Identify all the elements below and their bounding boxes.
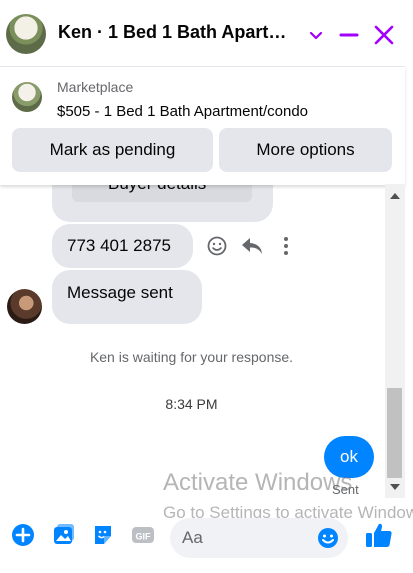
scroll-down-arrow-icon[interactable]: [389, 483, 401, 491]
sticker-icon[interactable]: [91, 523, 115, 547]
timestamp: 8:34 PM: [165, 396, 218, 412]
message-input-placeholder: Aa: [182, 528, 203, 547]
scrollbar-thumb[interactable]: [387, 388, 402, 478]
marketplace-label: Marketplace: [57, 79, 134, 95]
scroll-up-arrow-icon[interactable]: [389, 192, 401, 200]
close-icon[interactable]: [373, 24, 395, 46]
activate-windows-watermark: Activate Windows: [163, 469, 353, 496]
add-plus-icon[interactable]: [11, 523, 35, 547]
minimize-icon[interactable]: [338, 24, 360, 46]
react-smiley-icon[interactable]: [206, 235, 228, 257]
contact-avatar[interactable]: [6, 14, 46, 54]
phone-number-text[interactable]: 773 401 2875: [67, 236, 171, 256]
listing-title[interactable]: $505 - 1 Bed 1 Bath Apartment/condo: [57, 103, 308, 120]
mark-as-pending-button[interactable]: Mark as pending: [12, 128, 213, 172]
listing-thumbnail[interactable]: [12, 82, 42, 112]
reply-icon[interactable]: [240, 235, 264, 257]
more-options-button[interactable]: More options: [219, 128, 392, 172]
message-bubble-sent: Message sent: [52, 270, 202, 324]
emoji-icon[interactable]: [316, 526, 340, 550]
chat-title[interactable]: Ken · 1 Bed 1 Bath Apartm…: [58, 22, 298, 43]
gif-icon[interactable]: GIF: [131, 523, 155, 547]
marketplace-panel: Marketplace $505 - 1 Bed 1 Bath Apartmen…: [0, 66, 405, 185]
chevron-down-icon[interactable]: [305, 24, 327, 46]
sender-avatar[interactable]: [7, 289, 42, 324]
photo-icon[interactable]: [51, 523, 75, 547]
svg-text:GIF: GIF: [136, 532, 152, 542]
waiting-notice: Ken is waiting for your response.: [89, 349, 294, 365]
message-bubble-phone: 773 401 2875: [52, 224, 193, 268]
message-input[interactable]: Aa: [170, 518, 348, 558]
thumbs-up-icon[interactable]: [364, 520, 394, 550]
chat-header: Ken · 1 Bed 1 Bath Apartm…: [0, 0, 405, 66]
message-sent-text: Message sent: [67, 283, 173, 302]
more-actions-icon[interactable]: [278, 235, 294, 257]
